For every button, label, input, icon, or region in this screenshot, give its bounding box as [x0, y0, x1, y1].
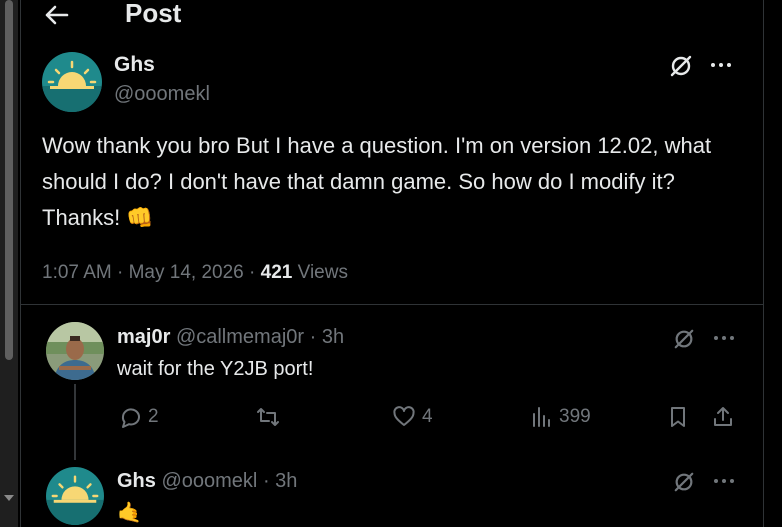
views-label: Views — [297, 262, 348, 283]
post-display-name[interactable]: Ghs — [114, 53, 155, 77]
page-header: Post — [21, 0, 763, 32]
sunrise-avatar-icon — [42, 52, 102, 112]
repost-icon — [257, 408, 279, 426]
page-scrollbar[interactable] — [0, 0, 18, 527]
more-options-icon[interactable] — [712, 333, 736, 343]
reply-header: maj0r @callmemaj0r · 3h — [117, 326, 344, 349]
reply-button[interactable]: 2 — [118, 405, 159, 429]
post-text: Wow thank you bro But I have a question.… — [42, 133, 712, 230]
divider — [21, 304, 763, 305]
grok-icon[interactable] — [673, 471, 695, 493]
reply-text: 🤙 — [117, 502, 142, 524]
avatar[interactable] — [42, 52, 102, 112]
scrollbar-thumb[interactable] — [5, 0, 13, 360]
reply-handle[interactable]: @callmemaj0r — [176, 326, 304, 348]
more-options-icon[interactable] — [709, 60, 733, 70]
back-button[interactable] — [43, 3, 71, 27]
bookmark-icon[interactable] — [666, 405, 690, 429]
reply-age[interactable]: 3h — [322, 326, 344, 348]
separator-dot: · — [262, 470, 270, 492]
grok-icon[interactable] — [673, 328, 695, 350]
like-button[interactable]: 4 — [392, 405, 433, 429]
reply-display-name[interactable]: maj0r — [117, 326, 170, 348]
reply-count: 2 — [148, 406, 159, 427]
reply-text: wait for the Y2JB port! — [117, 358, 314, 380]
profile-photo-icon — [46, 322, 104, 380]
separator-dot: · — [117, 262, 129, 283]
sunrise-avatar-icon — [46, 467, 104, 525]
post-column: Post Ghs @ooomekl Wow thank you bro But … — [20, 0, 764, 527]
post-handle[interactable]: @ooomekl — [114, 83, 210, 106]
arrow-left-icon — [45, 5, 69, 25]
separator-dot: · — [249, 262, 261, 283]
reply-display-name[interactable]: Ghs — [117, 470, 156, 492]
separator-dot: · — [309, 326, 317, 348]
comment-icon — [121, 408, 140, 428]
reply-handle[interactable]: @ooomekl — [161, 470, 257, 492]
post-meta: 1:07 AM · May 14, 2026 · 421 Views — [42, 262, 348, 284]
reply-avatar[interactable] — [46, 467, 104, 525]
more-options-icon[interactable] — [712, 476, 736, 486]
grok-icon[interactable] — [669, 54, 693, 78]
share-icon[interactable] — [711, 405, 735, 429]
page-title: Post — [125, 0, 182, 28]
scroll-down-arrow-icon[interactable] — [4, 495, 14, 501]
thread-connector — [74, 384, 76, 460]
reply-header: Ghs @ooomekl · 3h — [117, 470, 297, 493]
views-button[interactable]: 399 — [529, 405, 591, 429]
post-date[interactable]: May 14, 2026 — [129, 262, 244, 283]
repost-button[interactable] — [255, 405, 287, 429]
like-count: 4 — [422, 406, 433, 427]
reply-age[interactable]: 3h — [275, 470, 297, 492]
view-count: 399 — [559, 406, 591, 427]
reply-avatar[interactable] — [46, 322, 104, 380]
analytics-icon — [533, 407, 550, 427]
views-count: 421 — [260, 262, 293, 283]
heart-icon — [393, 406, 415, 426]
post-time[interactable]: 1:07 AM — [42, 262, 112, 283]
